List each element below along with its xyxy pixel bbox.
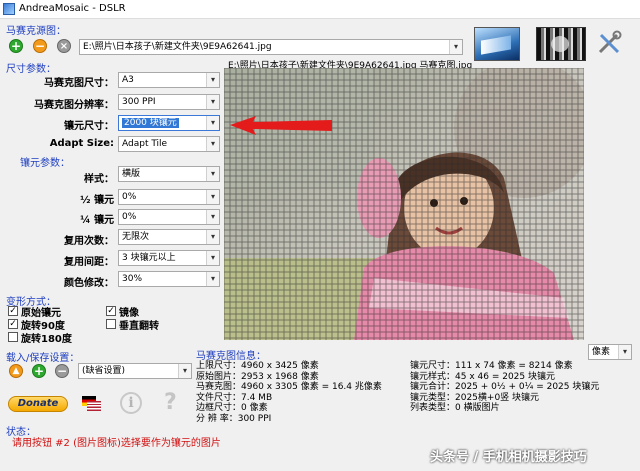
- mirror-checkbox[interactable]: ✓: [106, 306, 116, 316]
- source-path-select[interactable]: E:\照片\日本孩子\新建文件夹\9E9A62641.jpg ▾: [79, 39, 463, 55]
- load-settings-button[interactable]: ▲: [9, 364, 23, 378]
- add-source-button[interactable]: +: [9, 39, 23, 53]
- chevron-down-icon: ▾: [206, 272, 219, 286]
- info-tile-layout: 镶元样式：45 x 46 = 2025 块镶元: [410, 371, 555, 382]
- quarter-tile-select[interactable]: 0% ▾: [118, 209, 220, 225]
- chevron-down-icon: ▾: [206, 95, 219, 109]
- quarter-tile-label: ¼ 镶元: [80, 215, 114, 226]
- rotate-90-checkbox[interactable]: ✓: [8, 319, 18, 329]
- tile-count-select[interactable]: 2000 块镶元 ▾: [118, 115, 220, 131]
- info-border-size: 边框尺寸：0 像素: [196, 403, 268, 413]
- half-tile-select[interactable]: 0% ▾: [118, 189, 220, 205]
- original-tile-checkbox[interactable]: ✓: [8, 306, 18, 316]
- source-path-value: E:\照片\日本孩子\新建文件夹\9E9A62641.jpg: [83, 42, 272, 52]
- mosaic-size-value: A3: [122, 75, 134, 85]
- adapt-size-select[interactable]: Adapt Tile ▾: [118, 136, 220, 152]
- unit-select[interactable]: 像素 ▾: [588, 344, 632, 360]
- info-button[interactable]: i: [120, 392, 142, 414]
- chevron-down-icon: ▾: [449, 40, 462, 54]
- tile-style-value: 横版: [122, 169, 141, 179]
- size-params-title: 尺寸参数：: [6, 64, 56, 75]
- vertical-flip-checkbox[interactable]: [106, 319, 116, 329]
- reuse-count-label: 复用次数：: [64, 236, 114, 247]
- unit-select-value: 像素: [592, 347, 611, 357]
- chevron-down-icon: ▾: [206, 73, 219, 87]
- source-section-title: 马赛克源图：: [6, 26, 66, 37]
- mosaic-create-button[interactable]: [536, 27, 586, 61]
- tile-style-select[interactable]: 横版 ▾: [118, 166, 220, 182]
- us-flag-icon: [87, 401, 101, 411]
- mosaic-photo: [224, 68, 584, 340]
- color-change-value: 30%: [122, 274, 143, 284]
- photo-icon: [481, 35, 511, 55]
- tile-images-button[interactable]: [474, 27, 520, 61]
- remove-source-button[interactable]: −: [33, 39, 47, 53]
- info-original-image: 原始图片：2953 x 1968 像素: [196, 371, 319, 382]
- vertical-flip-label: 垂直翻转: [119, 321, 159, 332]
- tools-icon: [598, 30, 622, 54]
- chevron-down-icon: ▾: [206, 137, 219, 151]
- donate-button[interactable]: Donate: [8, 396, 68, 412]
- half-tile-label: ½ 镶元: [80, 195, 114, 206]
- mosaic-info-title: 马赛克图信息：: [196, 351, 266, 362]
- rotate-180-checkbox[interactable]: [8, 332, 18, 342]
- settings-preset-value: (缺省设置): [82, 366, 126, 376]
- chevron-down-icon: ▾: [178, 364, 191, 378]
- chevron-down-icon: ▾: [206, 210, 219, 224]
- chevron-down-icon: ▾: [206, 190, 219, 204]
- info-tile-total: 镶元合计：2025 + 0½ + 0¼ = 2025 块镶元: [410, 382, 600, 392]
- help-button[interactable]: ?: [164, 390, 177, 415]
- mosaic-size-label: 马赛克图尺寸：: [44, 78, 114, 89]
- tile-params-title: 镶元参数：: [20, 158, 70, 169]
- mosaic-resolution-select[interactable]: 300 PPI ▾: [118, 94, 220, 110]
- settings-preset-select[interactable]: (缺省设置) ▾: [78, 363, 192, 379]
- tools-button[interactable]: [596, 30, 622, 56]
- chevron-down-icon: ▾: [206, 167, 219, 181]
- title-bar: AndreaMosaic - DSLR: [0, 0, 640, 19]
- reuse-distance-value: 3 块镶元以上: [122, 253, 176, 263]
- info-upper-size: 上限尺寸：4960 x 3425 像素: [196, 361, 319, 371]
- chevron-down-icon: ▾: [206, 251, 219, 265]
- tile-count-value: 2000 块镶元: [122, 118, 179, 128]
- mosaic-size-select[interactable]: A3 ▾: [118, 72, 220, 88]
- half-tile-value: 0%: [122, 192, 137, 202]
- chevron-down-icon: ▾: [206, 230, 219, 244]
- delete-settings-button[interactable]: −: [55, 364, 69, 378]
- chevron-down-icon: ▾: [206, 116, 219, 130]
- load-save-title: 载入/保存设置：: [6, 353, 80, 364]
- reuse-count-value: 无限次: [122, 232, 150, 242]
- info-file-size: 文件尺寸：7.4 MB: [196, 392, 273, 403]
- mosaic-info-right: 镶元尺寸：111 x 74 像素 = 8214 像素 镶元样式：45 x 46 …: [410, 361, 599, 414]
- adapt-size-label: Adapt Size:: [49, 138, 114, 149]
- adapt-size-value: Adapt Tile: [122, 139, 168, 149]
- window-title: AndreaMosaic - DSLR: [19, 3, 126, 14]
- info-tile-type: 镶元类型：2025横+0竖 块镶元: [410, 392, 540, 403]
- mosaic-resolution-label: 马赛克图分辨率：: [34, 100, 114, 111]
- info-mosaic-size: 马赛克图：4960 x 3305 像素 = 16.4 兆像素: [196, 382, 382, 392]
- clear-source-button[interactable]: ×: [57, 39, 71, 53]
- chevron-down-icon: ▾: [618, 345, 631, 359]
- rotate-180-label: 旋转180度: [21, 334, 72, 345]
- watermark-text: 头条号 / 手机相机摄影技巧: [430, 450, 587, 465]
- tile-count-label: 镶元尺寸：: [64, 121, 114, 132]
- info-list-type: 列表类型：0 横版图片: [410, 403, 500, 413]
- quarter-tile-value: 0%: [122, 212, 137, 222]
- color-change-select[interactable]: 30% ▾: [118, 271, 220, 287]
- mosaic-icon: [551, 36, 569, 52]
- red-arrow-annotation: [230, 116, 332, 135]
- tile-style-label: 样式：: [84, 174, 114, 185]
- language-flag-button[interactable]: [82, 396, 102, 412]
- info-resolution: 分 辨 率：300 PPI: [196, 413, 272, 424]
- color-change-label: 颜色修改：: [64, 278, 114, 289]
- info-tile-size: 镶元尺寸：111 x 74 像素 = 8214 像素: [410, 361, 573, 371]
- mosaic-info-left: 上限尺寸：4960 x 3425 像素 原始图片：2953 x 1968 像素 …: [196, 361, 382, 424]
- mosaic-resolution-value: 300 PPI: [122, 97, 156, 107]
- mosaic-preview-image: [224, 68, 584, 340]
- reuse-count-select[interactable]: 无限次 ▾: [118, 229, 220, 245]
- save-settings-button[interactable]: +: [32, 364, 46, 378]
- reuse-distance-select[interactable]: 3 块镶元以上 ▾: [118, 250, 220, 266]
- app-icon: [3, 3, 15, 15]
- status-message: 请用按钮 #2 (图片图标)选择要作为镶元的图片: [12, 438, 221, 449]
- reuse-distance-label: 复用间距：: [64, 257, 114, 268]
